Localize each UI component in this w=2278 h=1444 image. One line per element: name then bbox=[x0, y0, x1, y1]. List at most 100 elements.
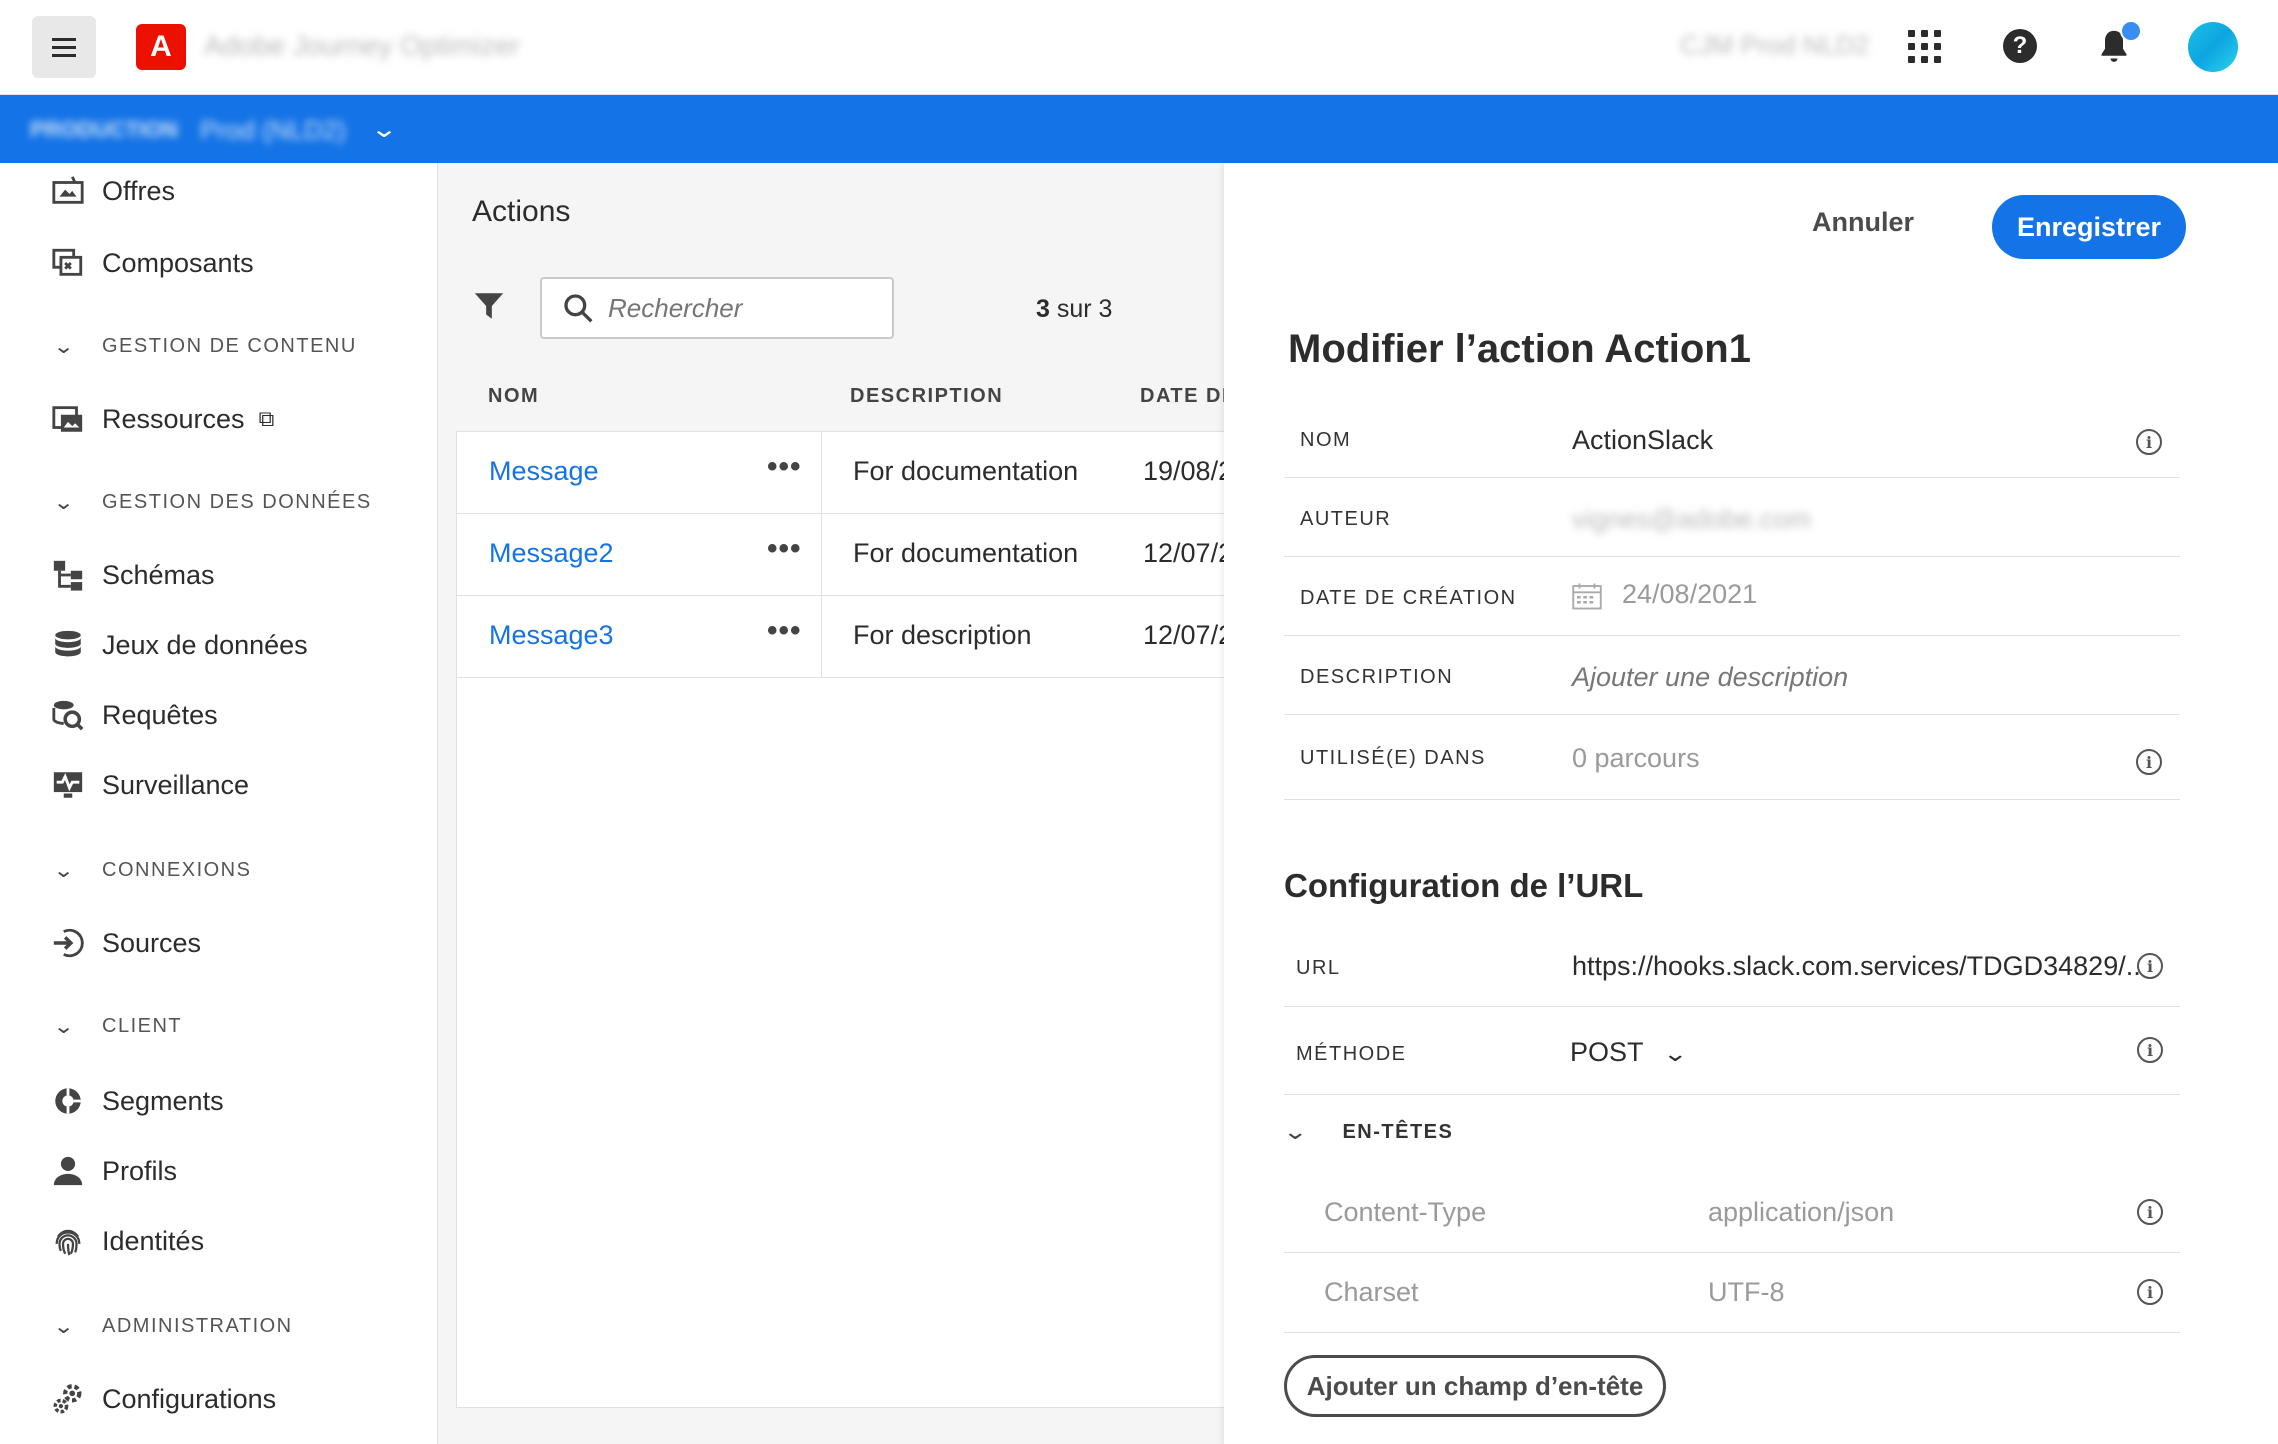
column-header-date[interactable]: DATE DE bbox=[1140, 385, 1237, 408]
info-icon[interactable]: i bbox=[2136, 749, 2162, 775]
chevron-down-icon: ⌄ bbox=[52, 335, 77, 358]
field-label: AUTEUR bbox=[1300, 508, 1392, 530]
search-input[interactable] bbox=[608, 292, 888, 324]
section-label: ADMINISTRATION bbox=[102, 1314, 293, 1337]
app-title: Adobe Journey Optimizer bbox=[204, 30, 520, 61]
chevron-down-icon: ⌄ bbox=[52, 1315, 77, 1338]
search-field[interactable] bbox=[540, 277, 894, 339]
action-date: 19/08/2 bbox=[1143, 456, 1234, 486]
sidebar-item-configurations[interactable]: Configurations bbox=[48, 1379, 276, 1419]
adobe-logo[interactable]: A bbox=[136, 24, 186, 70]
table-row[interactable]: Message2 ••• For documentation 12/07/2 bbox=[457, 514, 1233, 596]
info-icon[interactable]: i bbox=[2137, 1199, 2163, 1225]
chevron-down-icon[interactable]: ⌄ bbox=[370, 115, 398, 144]
resources-icon bbox=[48, 401, 88, 437]
sidebar-item-offers[interactable]: Offres bbox=[48, 171, 175, 211]
section-label: CONNEXIONS bbox=[102, 858, 252, 881]
user-avatar[interactable] bbox=[2188, 22, 2238, 72]
section-client[interactable]: ⌄ CLIENT bbox=[52, 1011, 182, 1041]
action-name-link[interactable]: Message3 bbox=[489, 620, 614, 651]
actions-table: Message ••• For documentation 19/08/2 Me… bbox=[456, 431, 1233, 1408]
field-label: UTILISÉ(E) DANS bbox=[1300, 747, 1486, 769]
section-data-management[interactable]: ⌄ GESTION DES DONNÉES bbox=[53, 487, 372, 517]
column-header-description[interactable]: DESCRIPTION bbox=[850, 385, 1003, 408]
creation-date-value: 24/08/2021 bbox=[1572, 579, 1757, 610]
action-date: 12/07/2 bbox=[1143, 538, 1234, 568]
info-icon[interactable]: i bbox=[2137, 1279, 2163, 1305]
sidebar-item-sources[interactable]: Sources bbox=[48, 923, 201, 963]
sidebar-item-queries[interactable]: Requêtes bbox=[48, 695, 218, 735]
field-label: DATE DE CRÉATION bbox=[1300, 587, 1517, 609]
sidebar-item-resources[interactable]: Ressources ⧉ bbox=[48, 399, 274, 439]
page-title: Actions bbox=[472, 195, 571, 228]
headers-toggle[interactable]: ⌄ EN-TÊTES bbox=[1282, 1119, 1454, 1145]
chevron-down-icon: ⌄ bbox=[1661, 1041, 1688, 1066]
gears-icon bbox=[48, 1381, 88, 1417]
sidebar-item-profiles[interactable]: Profils bbox=[48, 1151, 177, 1191]
apps-grid-icon[interactable] bbox=[1900, 22, 1948, 70]
sidebar-item-components[interactable]: Composants bbox=[48, 243, 254, 283]
menu-icon[interactable] bbox=[32, 16, 96, 78]
org-switcher[interactable]: CJM Prod NLD2 bbox=[1680, 30, 1869, 61]
action-description: For documentation bbox=[853, 456, 1079, 486]
author-value: vignes@adobe.com bbox=[1572, 504, 1812, 534]
info-icon[interactable]: i bbox=[2137, 953, 2163, 979]
sidebar-item-identities[interactable]: Identités bbox=[48, 1221, 204, 1261]
sidebar-item-label: Offres bbox=[102, 175, 176, 206]
field-author: AUTEUR vignes@adobe.com bbox=[1284, 478, 2180, 557]
cancel-button[interactable]: Annuler bbox=[1812, 207, 1914, 238]
result-count: 3 sur 3 bbox=[1036, 295, 1113, 323]
action-date: 12/07/2 bbox=[1143, 620, 1234, 650]
queries-icon bbox=[48, 697, 88, 733]
sidebar-item-label: Requêtes bbox=[102, 699, 218, 730]
column-header-name[interactable]: NOM bbox=[488, 385, 539, 408]
info-icon[interactable]: i bbox=[2136, 429, 2162, 455]
action-name-link[interactable]: Message bbox=[489, 456, 599, 487]
field-method: MÉTHODE POST ⌄ i bbox=[1284, 1007, 2180, 1095]
filter-icon[interactable] bbox=[472, 289, 506, 323]
sandbox-type-label: PRODUCTION bbox=[30, 117, 178, 142]
header-value: UTF-8 bbox=[1708, 1277, 1785, 1307]
sidebar-item-segments[interactable]: Segments bbox=[48, 1081, 224, 1121]
chevron-down-icon: ⌄ bbox=[1282, 1119, 1309, 1144]
field-label: URL bbox=[1296, 957, 1341, 979]
section-administration[interactable]: ⌄ ADMINISTRATION bbox=[52, 1311, 293, 1341]
url-input[interactable]: https://hooks.slack.com.services/TDGD348… bbox=[1572, 951, 2141, 982]
headers-label: EN-TÊTES bbox=[1342, 1120, 1454, 1143]
action-description: For description bbox=[853, 620, 1032, 650]
chevron-down-icon: ⌄ bbox=[52, 1015, 77, 1038]
sidebar-item-datasets[interactable]: Jeux de données bbox=[48, 625, 308, 665]
chevron-down-icon: ⌄ bbox=[52, 859, 77, 882]
actions-list-panel: Actions 3 sur 3 NOM DESCRIPTION DATE DE … bbox=[438, 163, 1235, 1444]
name-input[interactable]: ActionSlack bbox=[1572, 425, 1713, 456]
section-content-management[interactable]: ⌄ GESTION DE CONTENU bbox=[52, 331, 357, 361]
method-select[interactable]: POST ⌄ bbox=[1570, 1037, 1688, 1068]
table-row[interactable]: Message ••• For documentation 19/08/2 bbox=[457, 432, 1233, 514]
sidebar-item-label: Sources bbox=[102, 927, 202, 958]
header-key: Charset bbox=[1324, 1277, 1419, 1307]
header-row-charset: Charset UTF-8 i bbox=[1284, 1253, 2180, 1333]
save-button[interactable]: Enregistrer bbox=[1992, 195, 2186, 259]
description-input[interactable]: Ajouter une description bbox=[1572, 662, 1848, 693]
section-connections[interactable]: ⌄ CONNEXIONS bbox=[52, 855, 252, 885]
info-icon[interactable]: i bbox=[2137, 1037, 2163, 1063]
sidebar-item-label: Surveillance bbox=[102, 769, 250, 800]
help-icon[interactable]: ? bbox=[1996, 22, 2044, 70]
field-label: MÉTHODE bbox=[1296, 1043, 1407, 1065]
more-options-icon[interactable]: ••• bbox=[767, 532, 802, 566]
add-header-field-button[interactable]: Ajouter un champ d’en-tête bbox=[1284, 1355, 1666, 1417]
action-description: For documentation bbox=[853, 538, 1079, 568]
sidebar-item-schemas[interactable]: Schémas bbox=[48, 555, 215, 595]
field-creation-date: DATE DE CRÉATION 24/08/2021 bbox=[1284, 557, 2180, 636]
sidebar-item-monitoring[interactable]: Surveillance bbox=[48, 765, 249, 805]
more-options-icon[interactable]: ••• bbox=[767, 614, 802, 648]
header-row-content-type: Content-Type application/json i bbox=[1284, 1173, 2180, 1253]
sandbox-bar: PRODUCTION Prod (NLD2) ⌄ bbox=[0, 95, 2278, 163]
sidebar-item-label: Identités bbox=[102, 1225, 205, 1256]
sidebar-item-label: Profils bbox=[102, 1155, 178, 1186]
more-options-icon[interactable]: ••• bbox=[767, 450, 802, 484]
table-row[interactable]: Message3 ••• For description 12/07/2 bbox=[457, 596, 1233, 678]
action-name-link[interactable]: Message2 bbox=[489, 538, 614, 569]
sandbox-name[interactable]: Prod (NLD2) bbox=[200, 115, 346, 146]
sidebar-item-label: Schémas bbox=[102, 559, 215, 590]
